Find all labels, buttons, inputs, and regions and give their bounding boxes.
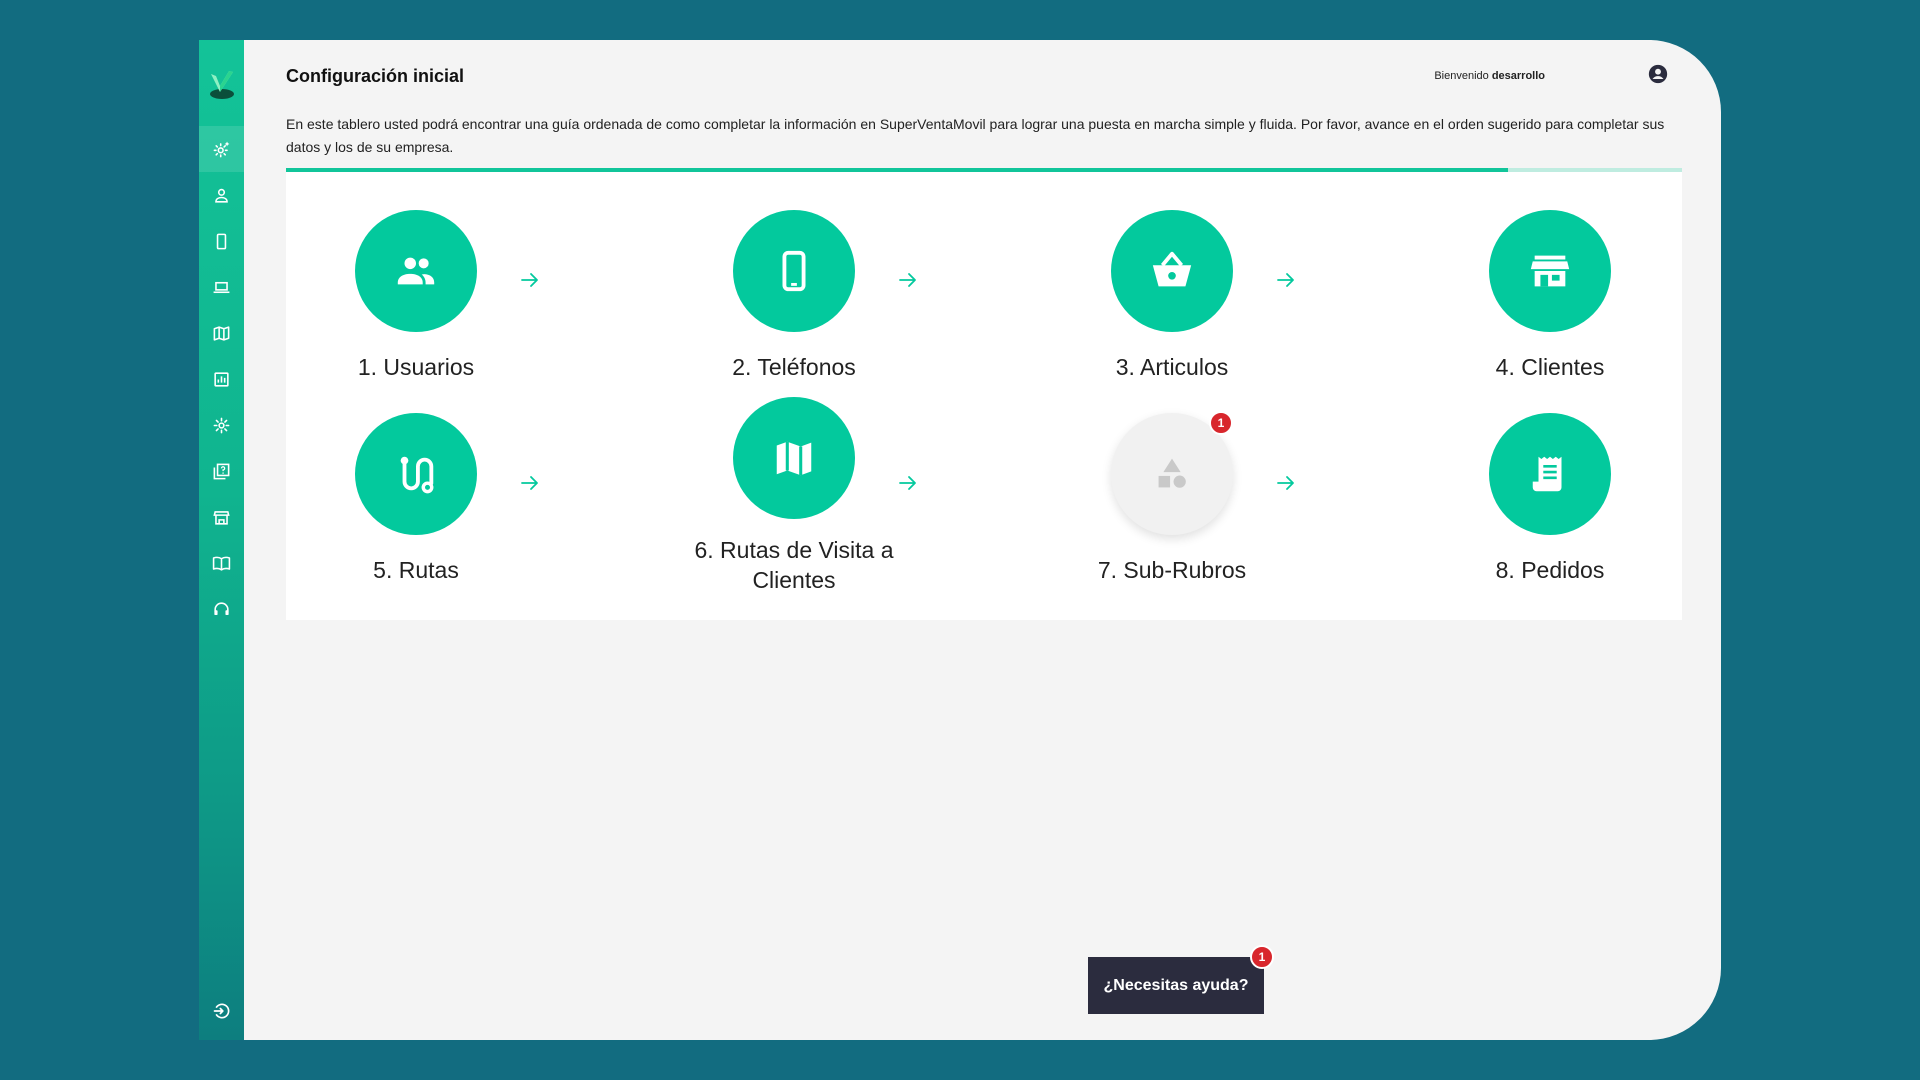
step-label: 1. Usuarios	[357, 354, 475, 380]
step-circle	[355, 413, 477, 535]
route-icon	[400, 456, 434, 494]
step-circle	[1489, 210, 1611, 332]
sidebar-item-support[interactable]	[199, 586, 244, 632]
notification-badge: 1	[1209, 411, 1233, 435]
user-icon	[215, 188, 228, 203]
arrow-right-icon	[1274, 471, 1298, 495]
step-rutas[interactable]: 5. Rutas	[286, 413, 546, 585]
users-icon	[397, 257, 435, 285]
map-icon	[213, 325, 230, 341]
step-label: 4. Clientes	[1495, 354, 1605, 380]
account-circle-icon	[1648, 64, 1668, 84]
step-circle	[733, 210, 855, 332]
step-sub-rubros[interactable]: 1 7. Sub-Rubros	[1042, 411, 1302, 585]
setup-steps-card: 1. Usuarios 2. Teléfonos 3. Articulos 4.…	[286, 172, 1682, 620]
step-label: 3. Articulos	[1115, 354, 1229, 380]
welcome-text: Bienvenido desarrollo	[1434, 70, 1545, 82]
step-usuarios[interactable]: 1. Usuarios	[286, 210, 546, 382]
sidebar-item-initial-setup[interactable]	[199, 126, 244, 172]
settings-wizard-icon	[213, 141, 230, 157]
sidebar-item-reports[interactable]	[199, 356, 244, 402]
store-icon	[1530, 255, 1570, 287]
sidebar-item-stores[interactable]	[199, 494, 244, 540]
step-circle	[1111, 210, 1233, 332]
chart-icon	[214, 371, 229, 387]
gear-icon	[213, 417, 230, 433]
sidebar-item-devices[interactable]	[199, 264, 244, 310]
category-shapes-icon	[1158, 458, 1186, 488]
intro-text: En este tablero usted podrá encontrar un…	[286, 116, 1665, 155]
step-clientes[interactable]: 4. Clientes	[1420, 210, 1680, 382]
main-content: Configuración inicial Bienvenido desarro…	[286, 40, 1682, 1040]
sidebar-item-manual[interactable]	[199, 540, 244, 586]
laptop-icon	[213, 281, 230, 293]
arrow-right-icon	[896, 268, 920, 292]
phone-icon	[782, 250, 806, 292]
step-articulos[interactable]: 3. Articulos	[1042, 210, 1302, 382]
username: desarrollo	[1491, 70, 1545, 82]
arrow-right-icon	[518, 268, 542, 292]
sidebar-item-maps[interactable]	[199, 310, 244, 356]
step-label: 7. Sub-Rubros	[1097, 557, 1247, 583]
help-button-label: ¿Necesitas ayuda?	[1103, 976, 1249, 994]
help-button[interactable]: ¿Necesitas ayuda? 1	[1088, 945, 1274, 1014]
step-telefonos[interactable]: 2. Teléfonos	[664, 210, 924, 382]
sidebar-item-users[interactable]	[199, 172, 244, 218]
arrow-right-icon	[896, 471, 920, 495]
arrow-right-icon	[1274, 268, 1298, 292]
sidebar	[199, 40, 244, 1040]
phone-icon	[216, 233, 227, 249]
basket-icon	[1152, 251, 1192, 287]
step-circle: 1	[1111, 411, 1233, 535]
step-label: 8. Pedidos	[1495, 557, 1605, 583]
receipt-icon	[1532, 456, 1562, 492]
step-pedidos[interactable]: 8. Pedidos	[1420, 413, 1680, 585]
app-logo[interactable]	[205, 68, 239, 102]
step-circle	[355, 210, 477, 332]
logout-icon	[213, 1003, 229, 1019]
welcome-prefix: Bienvenido	[1434, 70, 1489, 82]
page-title: Configuración inicial	[286, 66, 465, 86]
step-rutas-de-visita[interactable]: 6. Rutas de Visita a Clientes	[664, 397, 924, 595]
step-label: 2. Teléfonos	[732, 354, 856, 380]
book-icon	[212, 556, 231, 571]
step-label: 5. Rutas	[373, 557, 459, 583]
sidebar-item-phones[interactable]	[199, 218, 244, 264]
arrow-right-icon	[518, 471, 542, 495]
step-circle	[1489, 413, 1611, 535]
support-icon	[214, 601, 229, 615]
sidebar-item-faq[interactable]	[199, 448, 244, 494]
sidebar-item-settings[interactable]	[199, 402, 244, 448]
step-circle	[733, 397, 855, 519]
logout-button[interactable]	[199, 988, 244, 1034]
step-label: 6. Rutas de Visita a Clientes	[694, 537, 894, 593]
account-button[interactable]	[1646, 62, 1670, 86]
store-icon	[213, 510, 230, 525]
notification-badge: 1	[1250, 945, 1274, 969]
map-icon	[776, 441, 812, 476]
faq-icon	[213, 463, 230, 479]
